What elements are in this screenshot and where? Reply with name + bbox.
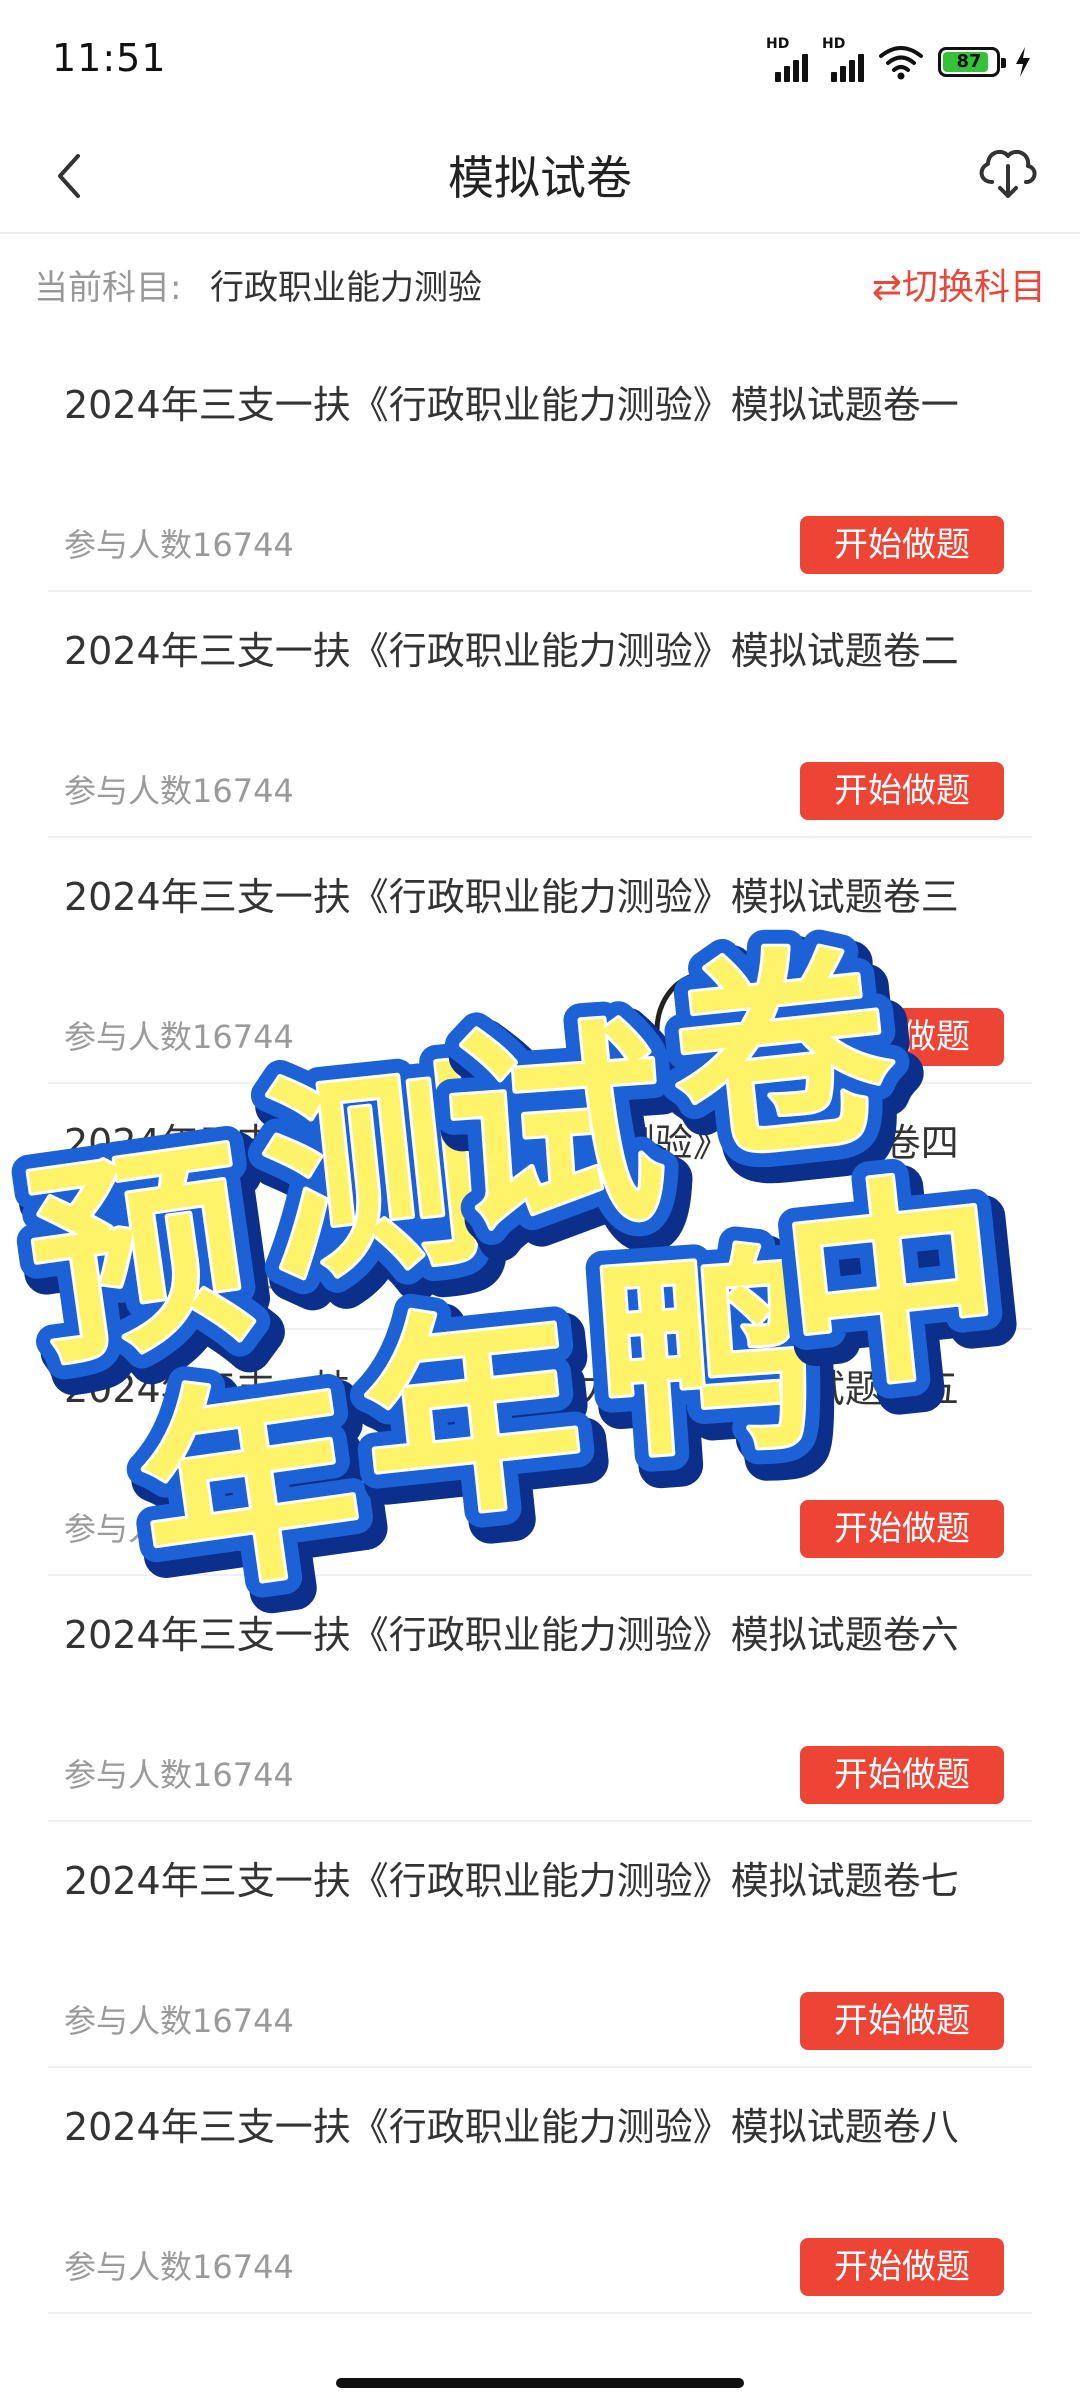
exam-title: 2024年三支一扶《行政职业能力测验》模拟试题卷一 [64, 383, 959, 427]
list-item[interactable]: 2024年三支一扶《行政职业能力测验》模拟试题卷八 参与人数16744 开始做题 [48, 2068, 1032, 2314]
list-item[interactable]: 2024年三支一扶《行政职业能力测验》模拟试题卷二 参与人数16744 开始做题 [48, 592, 1032, 838]
status-bar: 11:51 HD HD 87 [0, 0, 1080, 120]
list-item[interactable]: 2024年三支一扶《行政职业能力测验》模拟试题卷七 参与人数16744 开始做题 [48, 1822, 1032, 2068]
list-item[interactable]: 2024年三支一扶《行政职业能力测验》模拟试题卷一 参与人数16744 开始做题 [48, 346, 1032, 592]
exam-title: 2024年三支一扶《行政职业能力测验》模拟试题卷五 [64, 1367, 959, 1411]
exam-title: 2024年三支一扶《行政职业能力测验》模拟试题卷八 [64, 2105, 959, 2149]
status-time: 11:51 [52, 36, 167, 80]
participant-count: 参与人数16744 [64, 1264, 294, 1302]
exam-title: 2024年三支一扶《行政职业能力测验》模拟试题卷七 [64, 1859, 959, 1903]
participant-count: 参与人数16744 [64, 2002, 294, 2040]
list-item[interactable]: 2024年三支一扶《行政职业能力测验》模拟试题卷四 参与人数16744 开始做题 [48, 1084, 1032, 1330]
list-item[interactable]: 2024年三支一扶《行政职业能力测验》模拟试题卷五 参与人数16744 开始做题 [48, 1330, 1032, 1576]
start-button[interactable]: 开始做题 [800, 762, 1004, 820]
subject-row: 当前科目: 行政职业能力测验 ⇄切换科目 [0, 234, 1080, 330]
exam-title: 2024年三支一扶《行政职业能力测验》模拟试题卷六 [64, 1613, 959, 1657]
exam-title: 2024年三支一扶《行政职业能力测验》模拟试题卷二 [64, 629, 959, 673]
status-icons: HD HD 87 [766, 36, 1032, 84]
hd-signal-icon: HD [766, 36, 808, 82]
wifi-icon [879, 46, 923, 80]
switch-subject-button[interactable]: ⇄切换科目 [872, 258, 1046, 310]
nav-bar: 模拟试卷 [0, 120, 1080, 234]
participant-count: 参与人数16744 [64, 1018, 294, 1056]
hd-signal-icon: HD [822, 36, 864, 82]
participant-count: 参与人数16744 [64, 526, 294, 564]
list-item[interactable]: 2024年三支一扶《行政职业能力测验》模拟试题卷六 参与人数16744 开始做题 [48, 1576, 1032, 1822]
subject-value: 行政职业能力测验 [210, 268, 482, 308]
start-button[interactable]: 开始做题 [800, 1008, 1004, 1066]
list-item[interactable]: 2024年三支一扶《行政职业能力测验》模拟试题卷三 参与人数16744 开始做题 [48, 838, 1032, 1084]
participant-count: 参与人数16744 [64, 1756, 294, 1794]
exam-list: 2024年三支一扶《行政职业能力测验》模拟试题卷一 参与人数16744 开始做题… [48, 346, 1032, 2314]
start-button[interactable]: 开始做题 [800, 516, 1004, 574]
download-button[interactable] [972, 136, 1044, 208]
start-button[interactable]: 开始做题 [800, 1746, 1004, 1804]
battery-level: 87 [956, 51, 982, 72]
subject-label: 当前科目: [34, 268, 182, 308]
start-button[interactable]: 开始做题 [800, 1500, 1004, 1558]
exam-title: 2024年三支一扶《行政职业能力测验》模拟试题卷三 [64, 875, 959, 919]
participant-count: 参与人数16744 [64, 1510, 294, 1548]
start-button[interactable]: 开始做题 [800, 1992, 1004, 2050]
participant-count: 参与人数16744 [64, 2248, 294, 2286]
page: 11:51 HD HD 87 模拟试卷 当前科目: 行政职业能力测验 ⇄切换科目… [0, 0, 1080, 2403]
page-title: 模拟试卷 [448, 151, 632, 205]
charging-icon [1016, 47, 1030, 77]
battery-icon: 87 [938, 47, 1006, 77]
start-button[interactable]: 开始做题 [800, 2238, 1004, 2296]
home-indicator[interactable] [336, 2378, 744, 2388]
exam-title: 2024年三支一扶《行政职业能力测验》模拟试题卷四 [64, 1121, 959, 1165]
cloud-download-icon [979, 149, 1037, 198]
start-button[interactable]: 开始做题 [800, 1254, 1004, 1312]
participant-count: 参与人数16744 [64, 772, 294, 810]
